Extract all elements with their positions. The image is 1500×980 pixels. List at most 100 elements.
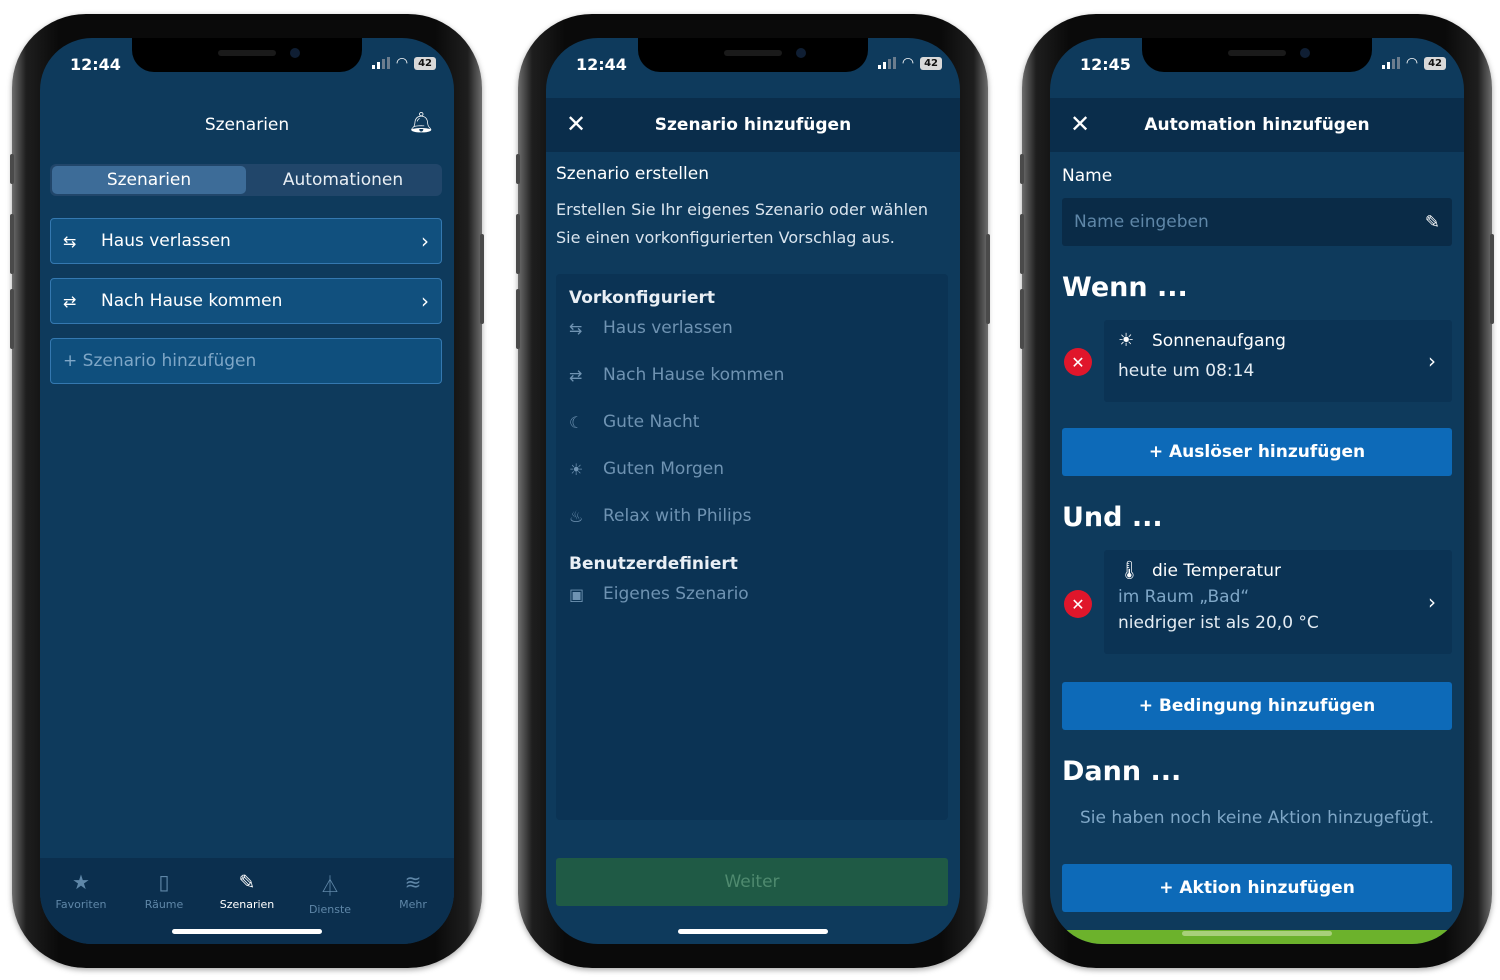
segment-automationen[interactable]: Automationen: [246, 166, 440, 194]
battery-icon: 42: [414, 56, 436, 70]
leave-home-icon: ⇆: [63, 231, 77, 251]
flask-icon: ⏃: [320, 874, 340, 898]
wifi-icon: ◠: [395, 55, 409, 71]
status-time: 12:44: [70, 55, 121, 74]
page-title: Automation hinzufügen: [1144, 115, 1370, 135]
and-heading: Und ...: [1062, 502, 1163, 533]
trigger-detail: heute um 08:14: [1118, 361, 1255, 381]
tab-mehr[interactable]: ≋ Mehr: [372, 870, 454, 911]
scenario-options-card: Vorkonfiguriert ⇆ Haus verlassen ⇄ Nach Ha…: [556, 274, 948, 820]
segmented-control: Szenarien Automationen: [50, 164, 442, 196]
page-title: Szenario hinzufügen: [654, 115, 852, 135]
chevron-right-icon: ›: [421, 229, 429, 253]
thermometer-icon: 🌡︎: [1118, 560, 1141, 581]
condition-card[interactable]: 🌡︎ die Temperatur im Raum „Bad“ niedriger…: [1104, 550, 1452, 654]
status-icons: ◠ 42: [1381, 55, 1446, 71]
when-heading: Wenn ...: [1062, 272, 1188, 303]
scenario-label: Haus verlassen: [101, 231, 231, 251]
tab-raeume[interactable]: ▯ Räume: [123, 870, 205, 911]
chevron-right-icon: ›: [421, 289, 429, 313]
tab-dienste[interactable]: ⏃ Dienste: [289, 870, 371, 916]
page-title: Szenarien: [204, 115, 290, 135]
phone-frame-scenarios: 12:44 ◠ 42 Szenarien 🔔︎ Szenarien Automa…: [10, 14, 484, 968]
tab-favoriten[interactable]: ★ Favoriten: [40, 870, 122, 911]
star-icon: ★: [72, 870, 90, 894]
remove-trigger-icon[interactable]: ✕: [1064, 348, 1092, 376]
bell-icon[interactable]: 🔔︎: [409, 110, 434, 134]
notch: [638, 38, 868, 72]
next-button[interactable]: Weiter: [556, 858, 948, 906]
magic-wand-icon: ✎: [238, 870, 256, 894]
scenario-label: Nach Hause kommen: [101, 291, 283, 311]
notch: [1142, 38, 1372, 72]
picture-icon: ▣: [569, 584, 585, 604]
description-text: Erstellen Sie Ihr eigenes Szenario oder …: [556, 200, 929, 247]
home-indicator[interactable]: [1182, 931, 1332, 936]
preset-nach-hause[interactable]: ⇄ Nach Hause kommen: [569, 365, 784, 385]
trigger-card[interactable]: ☀ Sonnenaufgang heute um 08:14 ›: [1104, 320, 1452, 402]
add-scenario-button[interactable]: + Szenario hinzufügen: [50, 338, 442, 384]
wifi-icon: ◠: [1405, 55, 1419, 71]
preset-eigenes-szenario[interactable]: ▣ Eigenes Szenario: [569, 584, 749, 604]
status-icons: ◠ 42: [371, 55, 436, 71]
preset-relax[interactable]: ♨ Relax with Philips: [569, 506, 751, 526]
signal-icon: [1381, 57, 1400, 69]
come-home-icon: ⇄: [63, 291, 77, 311]
tab-bar: ★ Favoriten ▯ Räume ✎ Szenarien ⏃ Dienste ≋ M…: [40, 858, 454, 944]
nav-bar: Szenarien 🔔︎: [40, 98, 454, 152]
preset-gute-nacht[interactable]: ☾ Gute Nacht: [569, 412, 699, 432]
relax-icon: ♨: [569, 506, 584, 526]
chevron-right-icon: ›: [1428, 349, 1436, 373]
pencil-icon[interactable]: ✎: [1425, 212, 1440, 233]
section-preconfigured: Vorkonfiguriert: [569, 288, 716, 308]
chevron-right-icon: ›: [1428, 590, 1436, 614]
leave-home-icon: ⇆: [569, 318, 583, 338]
layers-icon: ≋: [404, 870, 422, 894]
status-icons: ◠ 42: [877, 55, 942, 71]
battery-icon: 42: [1424, 56, 1446, 70]
condition-room: im Raum „Bad“: [1118, 587, 1250, 607]
tab-szenarien[interactable]: ✎ Szenarien: [206, 870, 288, 911]
condition-title: die Temperatur: [1152, 560, 1281, 581]
empty-actions-text: Sie haben noch keine Aktion hinzugefügt.: [1079, 808, 1435, 828]
nav-bar: ✕ Automation hinzufügen: [1050, 98, 1464, 152]
phone-frame-add-scenario: 12:44 ◠ 42 ✕ Szenario hinzufügen Szenari…: [516, 14, 990, 968]
scenario-row-nach-hause[interactable]: ⇄ Nach Hause kommen ›: [50, 278, 442, 324]
add-trigger-button[interactable]: + Auslöser hinzufügen: [1062, 428, 1452, 476]
add-action-button[interactable]: + Aktion hinzufügen: [1062, 864, 1452, 912]
name-input[interactable]: Name eingeben ✎: [1062, 198, 1452, 246]
moon-icon: ☾: [569, 412, 584, 432]
then-heading: Dann ...: [1062, 756, 1182, 787]
signal-icon: [371, 57, 390, 69]
trigger-title: Sonnenaufgang: [1152, 330, 1286, 351]
sunrise-icon: ☀: [569, 459, 584, 479]
add-condition-button[interactable]: + Bedingung hinzufügen: [1062, 682, 1452, 730]
remove-condition-icon[interactable]: ✕: [1064, 590, 1092, 618]
screen-add-automation: 12:45 ◠ 42 ✕ Automation hinzufügen Name …: [1050, 38, 1464, 944]
scenario-row-haus-verlassen[interactable]: ⇆ Haus verlassen ›: [50, 218, 442, 264]
status-time: 12:45: [1080, 55, 1131, 74]
name-label: Name: [1062, 166, 1113, 186]
home-indicator[interactable]: [172, 929, 322, 934]
come-home-icon: ⇄: [569, 365, 583, 385]
sunrise-icon: ☀: [1118, 330, 1135, 351]
screen-scenarios: 12:44 ◠ 42 Szenarien 🔔︎ Szenarien Automa…: [40, 38, 454, 944]
door-icon: ▯: [158, 870, 170, 894]
preset-haus-verlassen[interactable]: ⇆ Haus verlassen: [569, 318, 733, 338]
nav-bar: ✕ Szenario hinzufügen: [546, 98, 960, 152]
phone-frame-add-automation: 12:45 ◠ 42 ✕ Automation hinzufügen Name …: [1020, 14, 1494, 968]
preset-guten-morgen[interactable]: ☀ Guten Morgen: [569, 459, 724, 479]
close-icon[interactable]: ✕: [566, 110, 586, 138]
screen-add-scenario: 12:44 ◠ 42 ✕ Szenario hinzufügen Szenari…: [546, 38, 960, 944]
home-indicator[interactable]: [678, 929, 828, 934]
signal-icon: [877, 57, 896, 69]
section-title: Szenario erstellen: [556, 164, 709, 184]
status-time: 12:44: [576, 55, 627, 74]
battery-icon: 42: [920, 56, 942, 70]
close-icon[interactable]: ✕: [1070, 110, 1090, 138]
notch: [132, 38, 362, 72]
wifi-icon: ◠: [901, 55, 915, 71]
segment-szenarien[interactable]: Szenarien: [52, 166, 246, 194]
section-custom: Benutzerdefiniert: [569, 554, 738, 574]
name-placeholder: Name eingeben: [1074, 212, 1209, 232]
